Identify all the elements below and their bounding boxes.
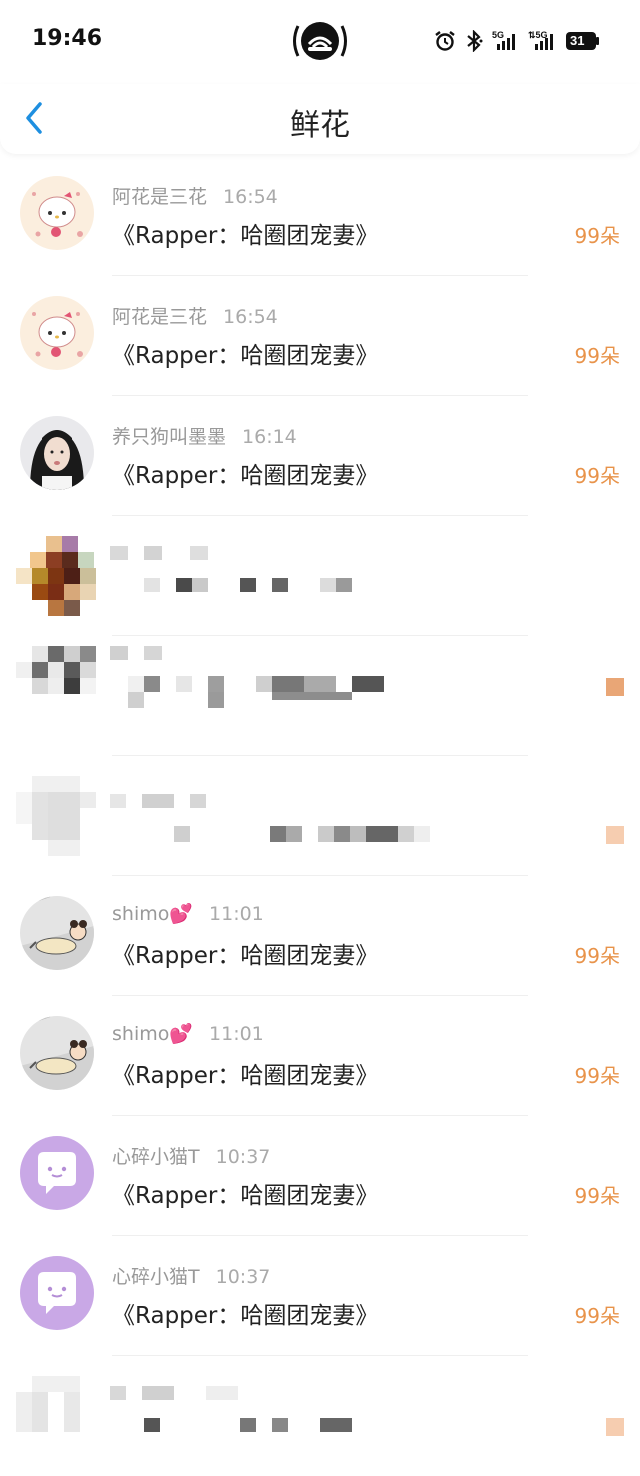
- message-time: 16:14: [242, 426, 297, 448]
- bluetooth-icon: [467, 30, 483, 52]
- pixelated-avatar: [16, 646, 96, 726]
- list-item-pixelated[interactable]: [0, 516, 640, 636]
- avatar: [20, 1256, 94, 1330]
- message-text: 《Rapper：哈圈团宠妻》: [112, 943, 379, 969]
- hello-kitty-avatar-icon: [20, 296, 94, 370]
- flower-amount: 99朵: [574, 344, 620, 368]
- message-time: 10:37: [215, 1146, 271, 1168]
- list-item-pixelated[interactable]: [0, 756, 640, 876]
- status-time: 19:46: [32, 26, 103, 51]
- pixelated-avatar: [16, 776, 96, 856]
- message-time: 10:37: [215, 1266, 271, 1288]
- avatar: [20, 416, 94, 490]
- message-text: 《Rapper：哈圈团宠妻》: [112, 1183, 379, 1209]
- sender-name: 心碎小猫T 10:37: [112, 1266, 271, 1288]
- flower-amount: 99朵: [574, 1064, 620, 1088]
- pixelated-amount: [606, 678, 624, 696]
- list-item[interactable]: 阿花是三花 16:54 《Rapper：哈圈团宠妻》 99朵: [0, 156, 640, 276]
- status-bar: 19:46 5G ⇅5G 31: [0, 0, 640, 84]
- sender-name: 阿花是三花 16:54: [112, 186, 278, 208]
- list-item[interactable]: shimo💕 11:01 《Rapper：哈圈团宠妻》 99朵: [0, 876, 640, 996]
- svg-text:⇅5G: ⇅5G: [528, 30, 548, 40]
- pixelated-text: [110, 794, 430, 844]
- message-time: 11:01: [209, 903, 264, 925]
- list-item-pixelated[interactable]: [0, 1356, 640, 1476]
- pixelated-avatar: [16, 1376, 96, 1436]
- sender-name: 阿花是三花 16:54: [112, 306, 278, 328]
- message-text: 《Rapper：哈圈团宠妻》: [112, 1063, 379, 1089]
- flower-amount: 99朵: [574, 224, 620, 248]
- message-time: 16:54: [223, 186, 278, 208]
- hotspot-icon: [288, 18, 352, 64]
- page-title: 鲜花: [290, 108, 350, 143]
- avatar: [20, 296, 94, 370]
- cartoon-girl-lying-avatar-icon: [20, 896, 94, 970]
- avatar: [20, 1016, 94, 1090]
- hello-kitty-avatar-icon: [20, 176, 94, 250]
- system-icons: 5G ⇅5G 31: [434, 30, 600, 52]
- avatar: [20, 1136, 94, 1210]
- battery-icon: 31: [566, 32, 600, 50]
- signal-5g-icon-2: ⇅5G: [528, 30, 553, 50]
- sender-name: 养只狗叫墨墨 16:14: [112, 426, 297, 448]
- list-item[interactable]: 心碎小猫T 10:37 《Rapper：哈圈团宠妻》 99朵: [0, 1116, 640, 1236]
- cartoon-girl-lying-avatar-icon: [20, 1016, 94, 1090]
- message-list: 阿花是三花 16:54 《Rapper：哈圈团宠妻》 99朵 阿花是三花 16:54…: [0, 156, 640, 1476]
- person-photo-avatar-icon: [20, 416, 94, 490]
- signal-5g-icon: 5G: [492, 30, 515, 50]
- flower-amount: 99朵: [574, 1184, 620, 1208]
- battery-level: 31: [570, 33, 585, 48]
- pixelated-text: [110, 546, 370, 606]
- list-item[interactable]: 养只狗叫墨墨 16:14 《Rapper：哈圈团宠妻》 99朵: [0, 396, 640, 516]
- pixelated-amount: [606, 1418, 624, 1436]
- list-item[interactable]: 心碎小猫T 10:37 《Rapper：哈圈团宠妻》 99朵: [0, 1236, 640, 1356]
- message-time: 16:54: [223, 306, 278, 328]
- flower-amount: 99朵: [574, 1304, 620, 1328]
- chat-bubble-avatar-icon: [20, 1136, 94, 1210]
- message-text: 《Rapper：哈圈团宠妻》: [112, 343, 379, 369]
- pixelated-amount: [606, 826, 624, 844]
- list-item[interactable]: shimo💕 11:01 《Rapper：哈圈团宠妻》 99朵: [0, 996, 640, 1116]
- list-item[interactable]: 阿花是三花 16:54 《Rapper：哈圈团宠妻》 99朵: [0, 276, 640, 396]
- sender-name: shimo💕 11:01: [112, 903, 264, 925]
- message-text: 《Rapper：哈圈团宠妻》: [112, 1303, 379, 1329]
- sender-name: 心碎小猫T 10:37: [112, 1146, 271, 1168]
- message-time: 11:01: [209, 1023, 264, 1045]
- chat-bubble-avatar-icon: [20, 1256, 94, 1330]
- avatar: [20, 896, 94, 970]
- pixelated-avatar: [16, 516, 96, 616]
- nav-bar: 鲜花: [0, 84, 640, 154]
- avatar: [20, 176, 94, 250]
- pixelated-text: [110, 646, 400, 716]
- sender-name: shimo💕 11:01: [112, 1023, 264, 1045]
- flower-amount: 99朵: [574, 464, 620, 488]
- message-text: 《Rapper：哈圈团宠妻》: [112, 463, 379, 489]
- flower-amount: 99朵: [574, 944, 620, 968]
- list-item-pixelated[interactable]: [0, 636, 640, 756]
- message-text: 《Rapper：哈圈团宠妻》: [112, 223, 379, 249]
- alarm-icon: [435, 31, 455, 51]
- svg-text:5G: 5G: [492, 30, 504, 40]
